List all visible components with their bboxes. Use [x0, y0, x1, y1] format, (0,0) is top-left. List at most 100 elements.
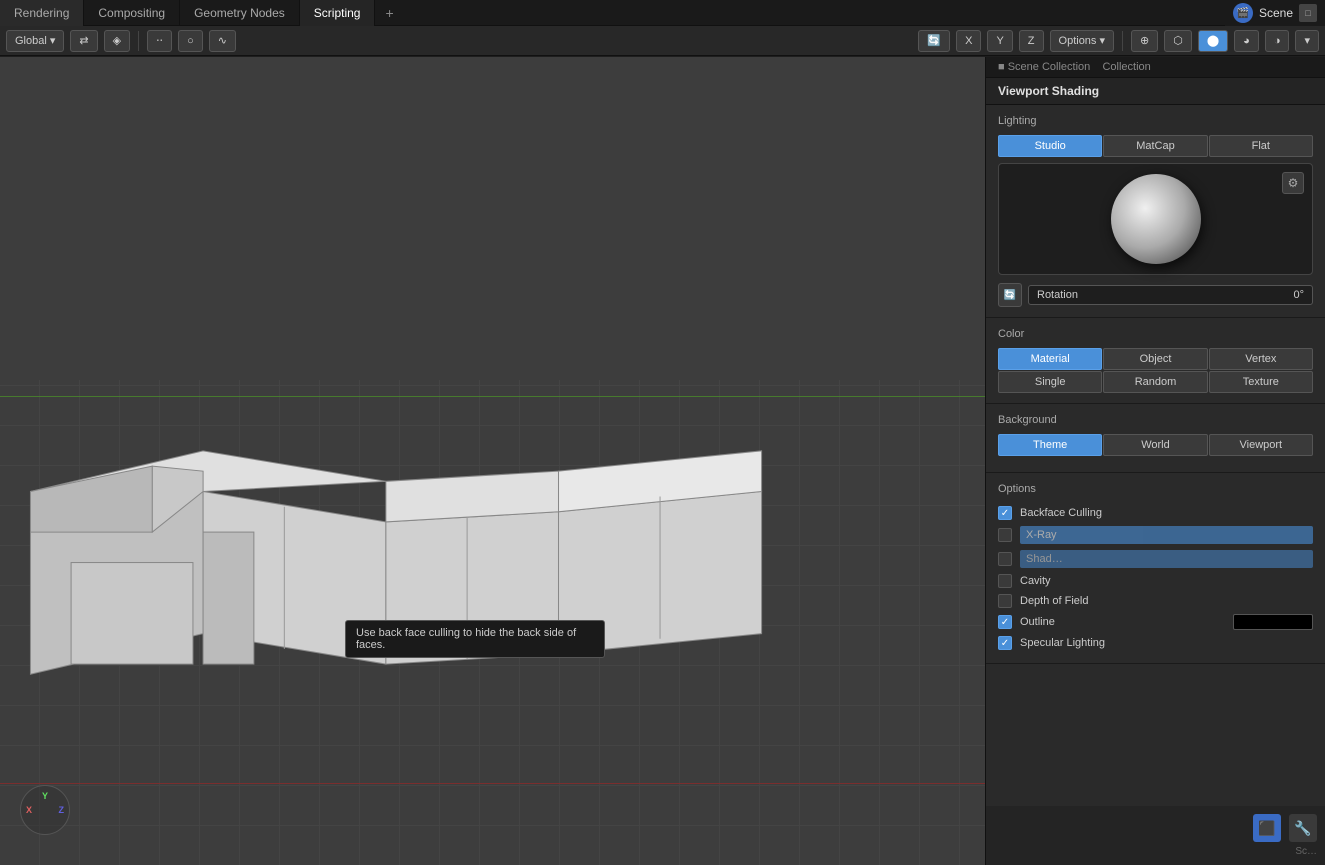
- global-dropdown[interactable]: Global ▾: [6, 30, 64, 52]
- outline-row: ✓ Outline: [998, 611, 1313, 633]
- color-vertex-btn[interactable]: Vertex: [1209, 348, 1313, 370]
- lighting-flat-btn[interactable]: Flat: [1209, 135, 1313, 157]
- background-section: Background Theme World Viewport: [986, 404, 1325, 473]
- proportional-btn[interactable]: ○: [178, 30, 203, 52]
- xray-row: X-Ray: [998, 523, 1313, 547]
- matcap-sphere[interactable]: [1111, 174, 1201, 264]
- outline-color-swatch[interactable]: [1233, 614, 1313, 630]
- lighting-section: Lighting Studio MatCap Flat ⚙ 🔄 Rotation…: [986, 105, 1325, 318]
- 3d-scene: [0, 57, 985, 865]
- dof-checkbox[interactable]: [998, 594, 1012, 608]
- color-btn-row2: Single Random Texture: [998, 371, 1313, 393]
- gizmo-icon: 🔄: [927, 34, 941, 47]
- x-axis-btn[interactable]: X: [956, 30, 981, 52]
- shading-solid-btn[interactable]: ⬤: [1198, 30, 1228, 52]
- backface-culling-row: ✓ Backface Culling: [998, 503, 1313, 523]
- backface-culling-label: Backface Culling: [1020, 507, 1313, 519]
- falloff-btn[interactable]: ∿: [209, 30, 236, 52]
- pivot-icon: ◈: [113, 34, 121, 47]
- viewport-options-dropdown[interactable]: Options ▾: [1050, 30, 1115, 52]
- overlays-icon: ⊕: [1140, 34, 1149, 47]
- proportional-icon: ○: [187, 35, 194, 47]
- rotation-row: 🔄 Rotation 0°: [998, 283, 1313, 307]
- color-texture-btn[interactable]: Texture: [1209, 371, 1313, 393]
- bottom-icon-row: ⬛ 🔧: [1253, 814, 1317, 842]
- y-axis-label: Y: [42, 791, 48, 801]
- specular-label: Specular Lighting: [1020, 637, 1313, 649]
- tab-rendering[interactable]: Rendering: [0, 0, 84, 26]
- background-label: Background: [998, 414, 1313, 426]
- shading-chevron-btn[interactable]: ▾: [1295, 30, 1319, 52]
- lighting-matcap-btn[interactable]: MatCap: [1103, 135, 1207, 157]
- bg-theme-btn[interactable]: Theme: [998, 434, 1102, 456]
- viewport-overlays-btn[interactable]: ⊕: [1131, 30, 1158, 52]
- xray-label: X-Ray: [1026, 529, 1057, 541]
- depth-of-field-row: Depth of Field: [998, 591, 1313, 611]
- shading-mat-btn[interactable]: ◕: [1234, 30, 1259, 52]
- gizmo-toggle-btn[interactable]: 🔄: [918, 30, 950, 52]
- rotation-value: 0°: [1293, 289, 1304, 301]
- xray-bar[interactable]: X-Ray: [1020, 526, 1313, 544]
- viewport-shading-header: Viewport Shading: [986, 78, 1325, 105]
- matcap-preview: ⚙: [998, 163, 1313, 275]
- shadows-bar[interactable]: Shad…: [1020, 550, 1313, 568]
- color-single-btn[interactable]: Single: [998, 371, 1102, 393]
- rotation-field[interactable]: Rotation 0°: [1028, 285, 1313, 305]
- second-toolbar: Global ▾ ⇄ ◈ ⋅⋅ ○ ∿ 🔄 X Y Z Options ▾ ⊕ …: [0, 26, 1325, 56]
- outline-checkbox[interactable]: ✓: [998, 615, 1012, 629]
- file-icon[interactable]: □: [1299, 4, 1317, 22]
- z-axis-btn[interactable]: Z: [1019, 30, 1044, 52]
- pivot-btn[interactable]: ◈: [104, 30, 130, 52]
- tab-compositing[interactable]: Compositing: [84, 0, 180, 26]
- color-section: Color Material Object Vertex Single Rand…: [986, 318, 1325, 404]
- top-tab-bar: Rendering Compositing Geometry Nodes Scr…: [0, 0, 1325, 26]
- lighting-label: Lighting: [998, 115, 1313, 127]
- color-object-btn[interactable]: Object: [1103, 348, 1207, 370]
- navigation-gizmo[interactable]: X Y Z: [20, 785, 70, 835]
- color-btn-group: Material Object Vertex Single Random Tex…: [998, 348, 1313, 393]
- lighting-studio-btn[interactable]: Studio: [998, 135, 1102, 157]
- transform-btn[interactable]: ⇄: [70, 30, 97, 52]
- color-material-btn[interactable]: Material: [998, 348, 1102, 370]
- xray-checkbox[interactable]: [998, 528, 1012, 542]
- global-label: Global ▾: [15, 34, 55, 47]
- lighting-btn-group: Studio MatCap Flat: [998, 135, 1313, 157]
- tab-geometry-nodes[interactable]: Geometry Nodes: [180, 0, 300, 26]
- cavity-row: Cavity: [998, 571, 1313, 591]
- background-btn-group: Theme World Viewport: [998, 434, 1313, 456]
- tooltip-text: Use back face culling to hide the back s…: [356, 627, 576, 651]
- color-btn-row1: Material Object Vertex: [998, 348, 1313, 370]
- panel-label: Sc…: [1295, 846, 1317, 857]
- shading-render-btn[interactable]: ◑: [1265, 30, 1290, 52]
- snap-btn[interactable]: ⋅⋅: [147, 30, 172, 52]
- shadows-checkbox[interactable]: [998, 552, 1012, 566]
- cavity-label: Cavity: [1020, 575, 1313, 587]
- rotation-icon[interactable]: 🔄: [998, 283, 1022, 307]
- solid-mode-icon[interactable]: ⬛: [1253, 814, 1281, 842]
- gizmo-circle: X Y Z: [20, 785, 70, 835]
- tab-scripting[interactable]: Scripting: [300, 0, 376, 26]
- specular-checkbox[interactable]: ✓: [998, 636, 1012, 650]
- color-label: Color: [998, 328, 1313, 340]
- bg-world-btn[interactable]: World: [1103, 434, 1207, 456]
- top-right-bar: 🎬 Scene □: [1225, 0, 1325, 26]
- matcap-settings-btn[interactable]: ⚙: [1282, 172, 1304, 194]
- color-random-btn[interactable]: Random: [1103, 371, 1207, 393]
- x-axis-label: X: [26, 805, 32, 815]
- backface-culling-checkbox[interactable]: ✓: [998, 506, 1012, 520]
- scene-icon: 🎬: [1233, 3, 1253, 23]
- falloff-icon: ∿: [218, 34, 227, 47]
- right-panel: ■ Scene Collection Collection Viewport S…: [985, 57, 1325, 865]
- cavity-checkbox[interactable]: [998, 574, 1012, 588]
- separator-2: [1122, 31, 1123, 51]
- specular-lighting-row: ✓ Specular Lighting: [998, 633, 1313, 653]
- 3d-viewport[interactable]: X Y Z: [0, 57, 985, 865]
- outliner-header: ■ Scene Collection Collection: [986, 57, 1325, 78]
- wrench-icon[interactable]: 🔧: [1289, 814, 1317, 842]
- tab-add-button[interactable]: +: [375, 0, 403, 26]
- bg-viewport-btn[interactable]: Viewport: [1209, 434, 1313, 456]
- shadows-label: Shad…: [1026, 553, 1063, 565]
- y-axis-btn[interactable]: Y: [987, 30, 1012, 52]
- shading-wire-btn[interactable]: ⬡: [1164, 30, 1192, 52]
- bottom-icons-panel: ⬛ 🔧 Sc…: [985, 806, 1325, 865]
